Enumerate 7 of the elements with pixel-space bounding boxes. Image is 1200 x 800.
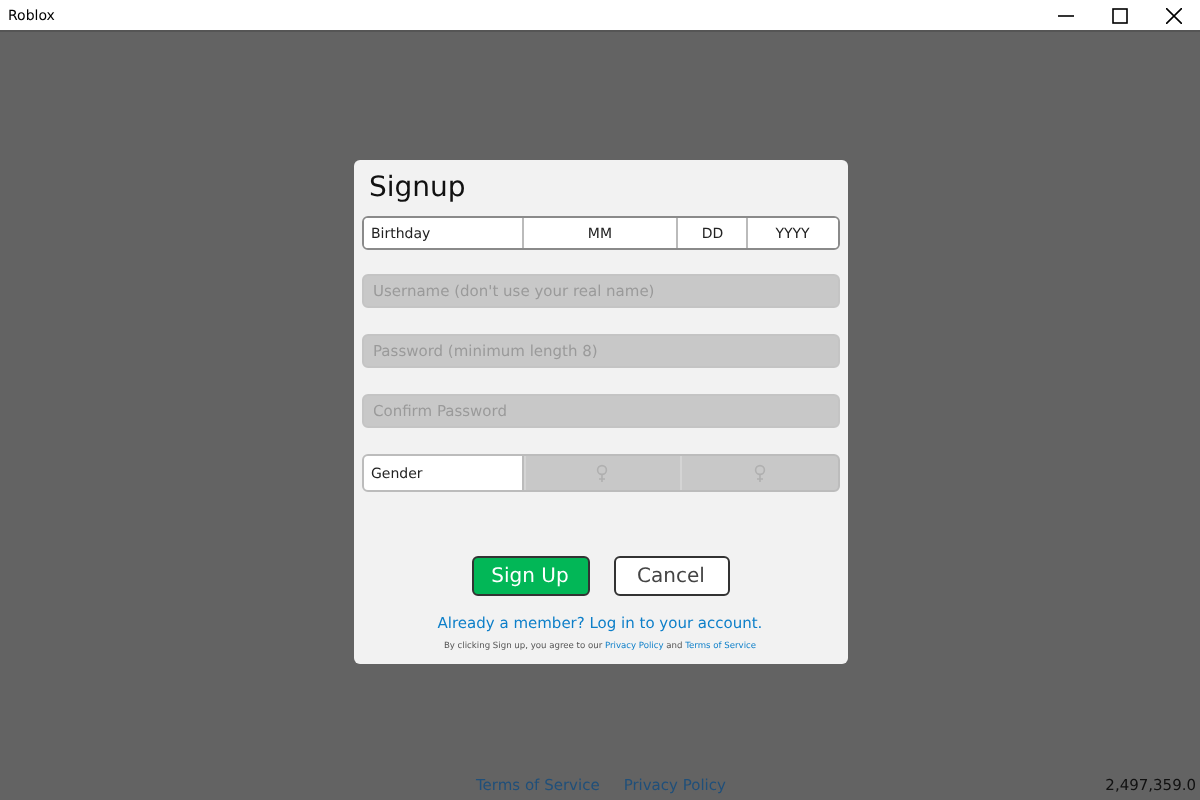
sign-up-button[interactable]: Sign Up	[471, 556, 589, 596]
maximize-icon[interactable]	[1111, 7, 1127, 23]
cancel-button[interactable]: Cancel	[613, 556, 729, 596]
circle-stem-icon	[596, 464, 609, 482]
close-icon[interactable]	[1165, 7, 1181, 23]
dialog-title: Signup	[367, 170, 468, 208]
circle-stem-icon	[753, 464, 766, 482]
